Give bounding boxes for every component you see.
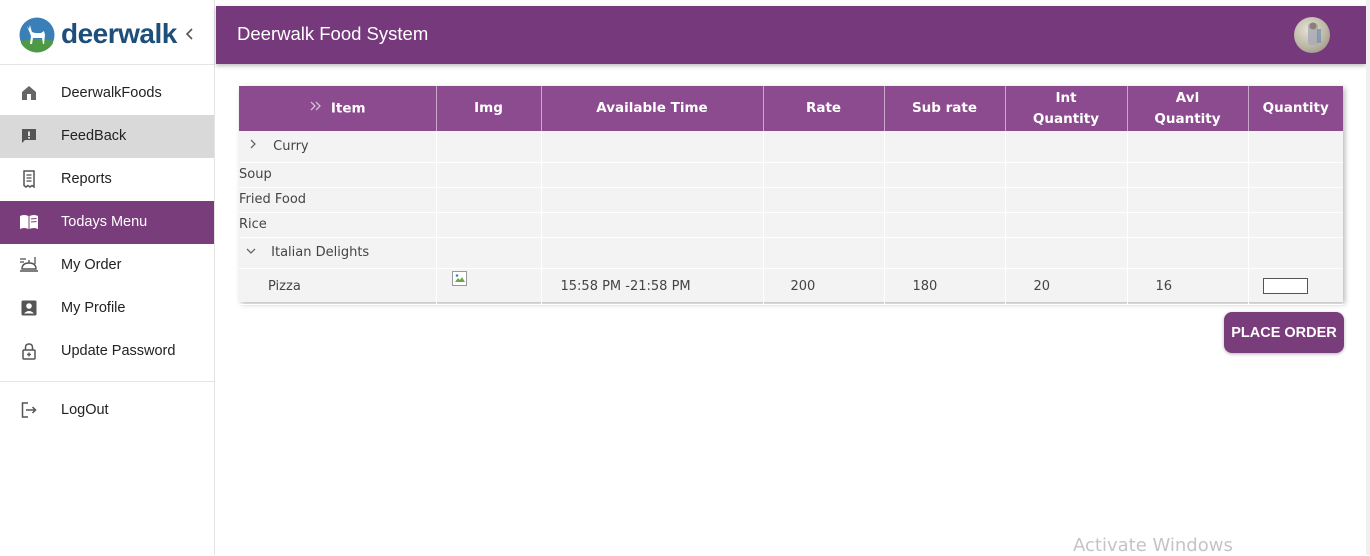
chevron-right-icon[interactable] xyxy=(247,138,259,154)
column-header-sub-rate: Sub rate xyxy=(884,86,1006,131)
chevron-left-icon[interactable] xyxy=(181,24,197,44)
logout-icon xyxy=(19,400,39,420)
sidebar-item-label: My Profile xyxy=(61,300,126,316)
sidebar-item-reports[interactable]: Reports xyxy=(0,158,214,201)
column-header-item[interactable]: Item xyxy=(239,86,437,131)
receipt-icon xyxy=(19,169,39,189)
activate-windows-watermark: Activate Windows xyxy=(1073,535,1233,556)
sidebar-item-label: LogOut xyxy=(61,402,109,418)
order-tray-icon xyxy=(19,255,39,275)
column-header-available-time: Available Time xyxy=(541,86,764,131)
group-label: Italian Delights xyxy=(271,245,370,260)
page-title: Deerwalk Food System xyxy=(237,23,429,44)
sidebar-item-label: Update Password xyxy=(61,343,176,359)
table-row[interactable]: Pizza 15:58 PM -21:58 PM 200 180 20 16 xyxy=(239,268,1343,305)
sidebar-item-logout[interactable]: LogOut xyxy=(0,389,214,432)
sidebar-item-my-profile[interactable]: My Profile xyxy=(0,287,214,330)
table-row[interactable]: Rice xyxy=(239,212,1343,238)
column-header-img: Img xyxy=(436,86,542,131)
item-rate: 200 xyxy=(763,268,885,305)
quantity-input[interactable] xyxy=(1262,277,1308,294)
deer-logo-icon xyxy=(19,17,55,53)
column-header-quantity: Quantity xyxy=(1248,86,1343,131)
sidebar: deerwalk DeerwalkFoods FeedBack Reports xyxy=(0,0,215,555)
app-header: Deerwalk Food System xyxy=(216,6,1366,64)
group-label: Soup xyxy=(239,162,437,188)
double-chevron-right-icon[interactable] xyxy=(309,98,323,119)
item-avl-quantity: 16 xyxy=(1127,268,1249,305)
broken-image-icon xyxy=(451,270,467,286)
sidebar-item-label: My Order xyxy=(61,257,122,273)
table-header-row: Item Img Available Time Rate Sub rate In… xyxy=(239,86,1343,131)
home-icon xyxy=(19,83,39,103)
group-label: Curry xyxy=(273,138,309,154)
brand-header: deerwalk xyxy=(0,0,214,65)
sidebar-item-feedback[interactable]: FeedBack xyxy=(0,115,214,158)
table-row[interactable]: Curry xyxy=(239,131,1343,163)
lock-icon xyxy=(19,341,39,361)
group-label: Rice xyxy=(239,212,437,238)
column-header-avl-quantity: Avl Quantity xyxy=(1127,86,1249,131)
sidebar-item-label: Reports xyxy=(61,171,112,187)
logout-section: LogOut xyxy=(0,389,214,432)
sidebar-item-update-password[interactable]: Update Password xyxy=(0,330,214,373)
avatar[interactable] xyxy=(1294,17,1330,53)
menu-book-icon xyxy=(19,212,39,232)
sidebar-item-my-order[interactable]: My Order xyxy=(0,244,214,287)
brand-name: deerwalk xyxy=(61,18,177,49)
scrollbar-track[interactable] xyxy=(1366,0,1370,555)
feedback-icon xyxy=(19,126,39,146)
profile-icon xyxy=(19,298,39,318)
item-int-quantity: 20 xyxy=(1005,268,1128,305)
menu-table: Item Img Available Time Rate Sub rate In… xyxy=(239,86,1343,305)
table-row[interactable]: Fried Food xyxy=(239,187,1343,213)
avatar-image-icon xyxy=(1308,22,1321,45)
table-row[interactable]: Soup xyxy=(239,162,1343,188)
item-name: Pizza xyxy=(239,268,437,305)
chevron-down-icon[interactable] xyxy=(245,245,257,261)
group-label: Fried Food xyxy=(239,187,437,213)
sidebar-item-label: FeedBack xyxy=(61,128,127,144)
table-row[interactable]: Italian Delights xyxy=(239,237,1343,269)
place-order-button[interactable]: PLACE ORDER xyxy=(1224,312,1344,353)
sidebar-item-todays-menu[interactable]: Todays Menu xyxy=(0,201,214,244)
column-header-rate: Rate xyxy=(763,86,885,131)
sidebar-item-label: DeerwalkFoods xyxy=(61,85,162,101)
sidebar-divider xyxy=(0,381,214,382)
sidebar-item-deerwalkfoods[interactable]: DeerwalkFoods xyxy=(0,72,214,115)
sidebar-item-label: Todays Menu xyxy=(61,214,148,230)
item-sub-rate: 180 xyxy=(884,268,1006,305)
sidebar-nav: DeerwalkFoods FeedBack Reports Todays Me… xyxy=(0,72,214,373)
column-header-int-quantity: Int Quantity xyxy=(1005,86,1128,131)
item-available-time: 15:58 PM -21:58 PM xyxy=(541,268,764,305)
